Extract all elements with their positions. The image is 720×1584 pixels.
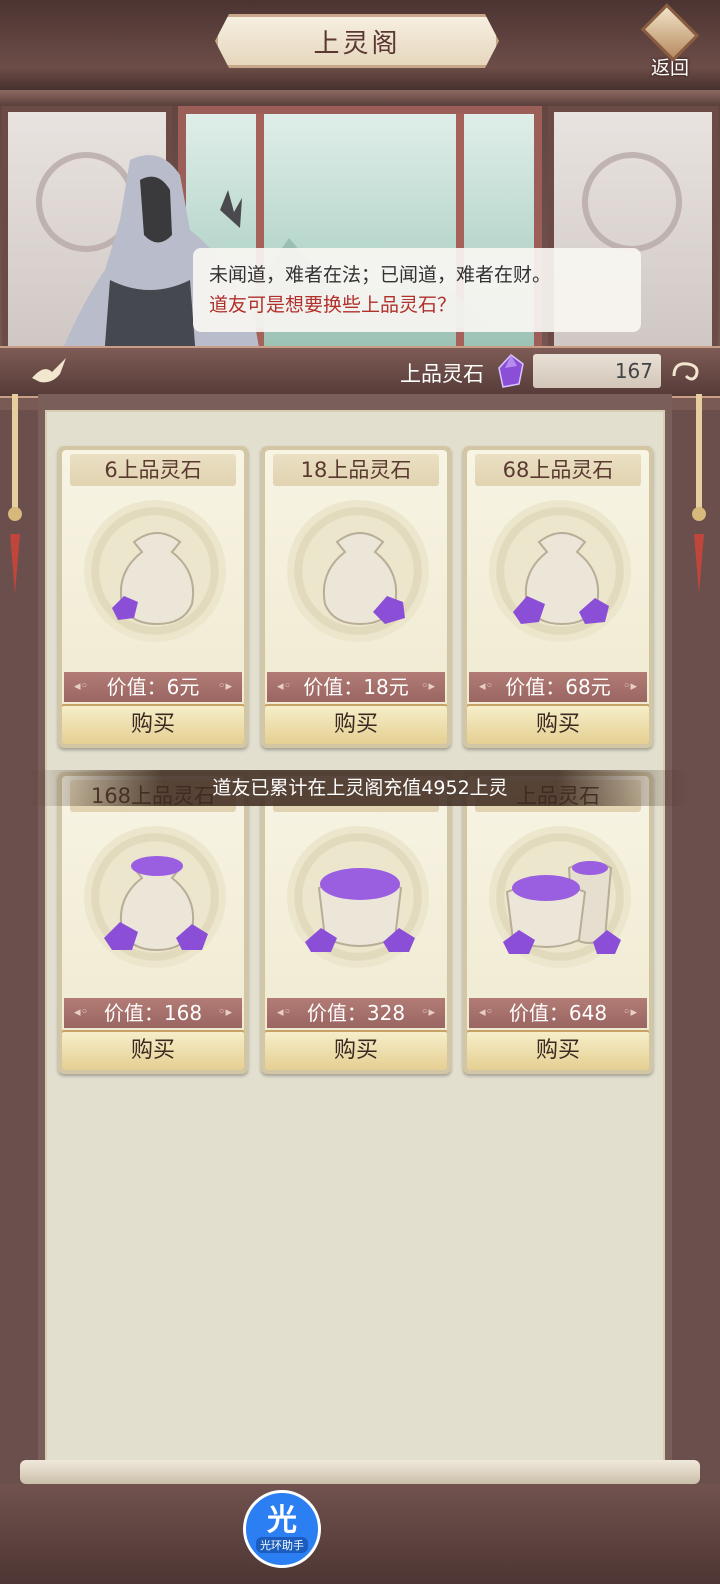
product-card-1[interactable]: 6上品灵石 价值：6元 购买 xyxy=(58,446,248,748)
buy-button[interactable]: 购买 xyxy=(265,704,447,744)
product-card-5[interactable]: 价值：328 购买 xyxy=(261,772,451,1074)
floor-base xyxy=(0,1484,720,1584)
buy-button[interactable]: 购买 xyxy=(62,1030,244,1070)
small-spirit-stone-bag-icon xyxy=(112,532,194,626)
product-name: 68上品灵石 xyxy=(475,454,641,486)
crane-icon xyxy=(32,358,66,383)
spirit-stone-bag-icon xyxy=(323,532,405,626)
cloud-swirl-icon xyxy=(672,362,699,381)
product-card-4[interactable]: 168上品灵石 价值：168 购买 xyxy=(58,772,248,1074)
stuffed-spirit-stone-bag-icon xyxy=(104,856,208,952)
purple-gem-icon xyxy=(498,354,524,388)
title-plate: 上灵阁 xyxy=(215,14,499,68)
buy-button[interactable]: 购买 xyxy=(265,1030,447,1070)
product-card-2[interactable]: 18上品灵石 价值：18元 购买 xyxy=(261,446,451,748)
wall-panel-left xyxy=(2,106,172,356)
product-price: 价值：68元 xyxy=(469,672,647,702)
product-name: 6上品灵石 xyxy=(70,454,236,486)
tassel-ornament-left xyxy=(8,394,22,594)
double-spirit-stone-sack-icon xyxy=(503,861,621,954)
speech-line-1: 未闻道，难者在法；已闻道，难者在财。 xyxy=(209,264,552,286)
product-price: 价值：168 xyxy=(64,998,242,1028)
buy-button[interactable]: 购买 xyxy=(467,704,649,744)
currency-label: 上品灵石 xyxy=(400,362,484,386)
tassel-ornament-right xyxy=(692,394,706,594)
product-name: 18上品灵石 xyxy=(273,454,439,486)
currency-bar: 上品灵石 167 xyxy=(0,346,720,398)
assistant-logo-icon: 光 xyxy=(267,1503,297,1538)
speech-line-2: 道友可是想要换些上品灵石？ xyxy=(209,294,457,316)
back-button[interactable]: 返回 xyxy=(632,3,708,80)
product-card-3[interactable]: 68上品灵石 价值：68元 购买 xyxy=(463,446,653,748)
recharge-notice-banner: 道友已累计在上灵阁充值4952上灵 xyxy=(30,770,690,806)
back-arrow-icon xyxy=(640,3,700,62)
product-price: 价值：18元 xyxy=(267,672,445,702)
npc-speech-bubble: 未闻道，难者在法；已闻道，难者在财。 道友可是想要换些上品灵石？ xyxy=(193,248,641,332)
product-price: 价值：6元 xyxy=(64,672,242,702)
assistant-float-button[interactable]: 光 光环助手 xyxy=(243,1490,321,1568)
product-card-6[interactable]: 上品灵石 价值：648 购买 xyxy=(463,772,653,1074)
open-spirit-stone-sack-icon xyxy=(305,868,415,952)
page-title: 上灵阁 xyxy=(313,28,401,59)
product-price: 价值：648 xyxy=(469,998,647,1028)
buy-button[interactable]: 购买 xyxy=(467,1030,649,1070)
roof-beam xyxy=(0,90,720,106)
scroll-bottom-roller xyxy=(20,1460,700,1484)
assistant-label: 光环助手 xyxy=(256,1537,308,1553)
spirit-stone-bag-icon xyxy=(513,532,609,626)
buy-button[interactable]: 购买 xyxy=(62,704,244,744)
product-price: 价值：328 xyxy=(267,998,445,1028)
currency-amount: 167 xyxy=(533,354,661,388)
